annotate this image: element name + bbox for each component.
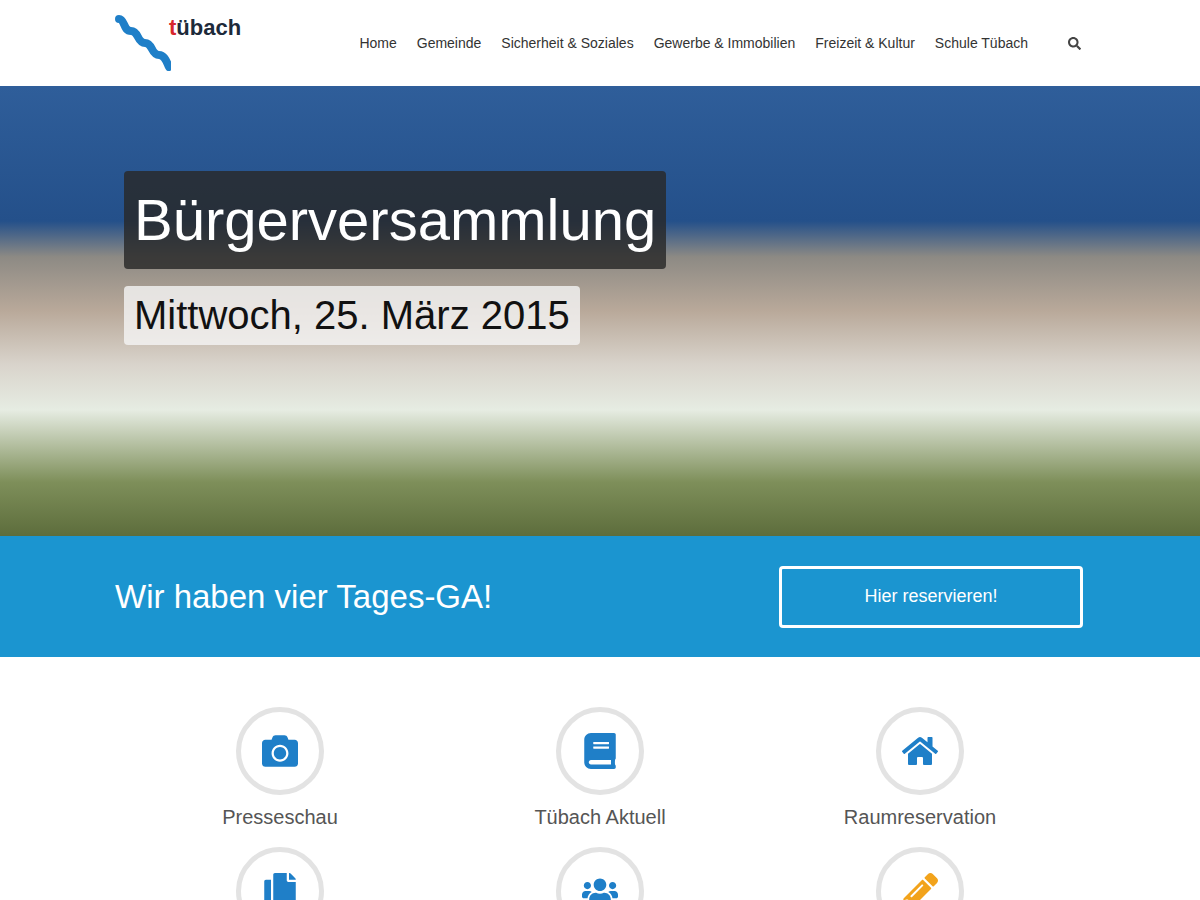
logo[interactable]: tübach	[115, 15, 241, 71]
home-icon	[902, 733, 938, 769]
nav-item[interactable]: Freizeit & Kultur	[815, 35, 915, 51]
tile-circle	[876, 847, 964, 900]
camera-icon	[262, 733, 298, 769]
tile-circle	[556, 847, 644, 900]
page: tübach Home Gemeinde Sicherheit & Soziales G…	[0, 0, 1200, 900]
nav-item[interactable]: Gewerbe & Immobilien	[654, 35, 796, 51]
tile[interactable]	[760, 847, 1080, 900]
tile[interactable]: Presseschau	[120, 707, 440, 829]
hero-title: Bürgerversammlung	[124, 171, 666, 269]
tile-circle	[236, 847, 324, 900]
tile[interactable]	[440, 847, 760, 900]
banner-text: Wir haben vier Tages-GA!	[115, 578, 492, 616]
banner: Wir haben vier Tages-GA! Hier reservieren…	[0, 536, 1200, 657]
tile-label: Presseschau	[222, 805, 338, 829]
tile-label: Tübach Aktuell	[534, 805, 665, 829]
tile-circle	[236, 707, 324, 795]
reserve-button[interactable]: Hier reservieren!	[779, 566, 1083, 628]
header: tübach Home Gemeinde Sicherheit & Soziales G…	[0, 0, 1200, 86]
tile-label: Raumreservation	[844, 805, 996, 829]
tile-grid: Presseschau Tübach Aktuell Raumreservation	[0, 657, 1200, 900]
hero-image: Bürgerversammlung Mittwoch, 25. März 2015	[0, 86, 1200, 536]
main-nav: Home Gemeinde Sicherheit & Soziales Gewerbe…	[359, 33, 1085, 54]
search-button[interactable]	[1064, 33, 1085, 54]
tile-circle	[556, 707, 644, 795]
document-icon	[262, 873, 298, 900]
users-icon	[582, 873, 618, 900]
tile[interactable]: Tübach Aktuell	[440, 707, 760, 829]
logo-text: tübach	[169, 15, 241, 41]
hero-date: Mittwoch, 25. März 2015	[124, 286, 580, 345]
search-icon	[1068, 37, 1081, 50]
tile-circle	[876, 707, 964, 795]
pencil-icon	[902, 873, 938, 900]
nav-item[interactable]: Schule Tübach	[935, 35, 1028, 51]
tile[interactable]	[120, 847, 440, 900]
nav-item[interactable]: Gemeinde	[417, 35, 482, 51]
book-icon	[582, 733, 618, 769]
tile[interactable]: Raumreservation	[760, 707, 1080, 829]
wave-logo-icon	[115, 15, 171, 71]
nav-item[interactable]: Sicherheit & Soziales	[501, 35, 633, 51]
nav-item[interactable]: Home	[359, 35, 396, 51]
